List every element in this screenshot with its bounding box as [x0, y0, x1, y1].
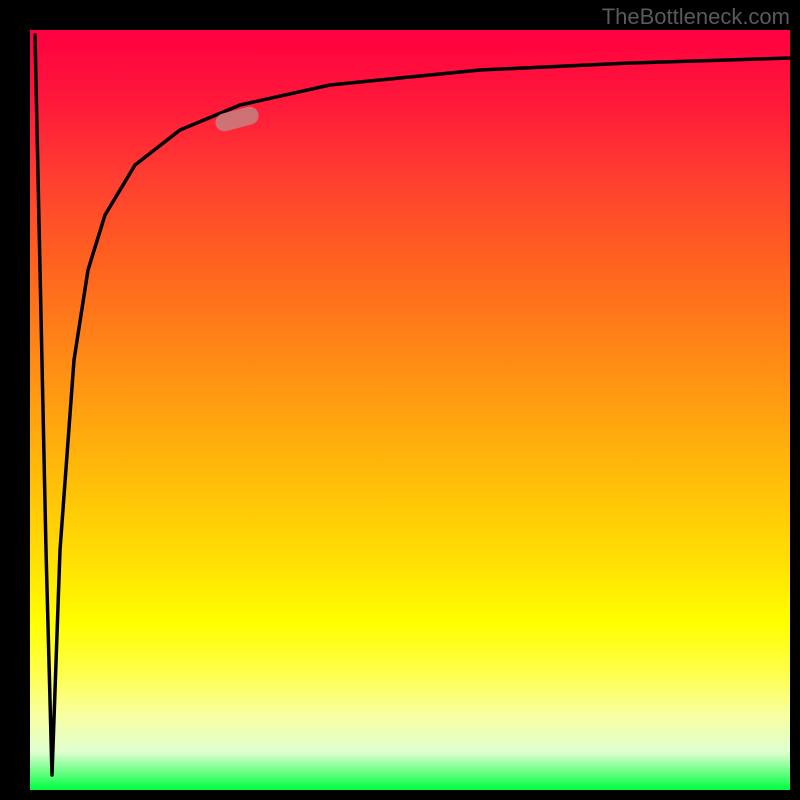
curve-layer	[30, 30, 790, 790]
chart-container: TheBottleneck.com	[0, 0, 800, 800]
plot-area	[30, 30, 790, 790]
highlight-marker	[213, 105, 260, 134]
bottleneck-curve	[35, 35, 790, 775]
watermark-text: TheBottleneck.com	[602, 4, 790, 30]
